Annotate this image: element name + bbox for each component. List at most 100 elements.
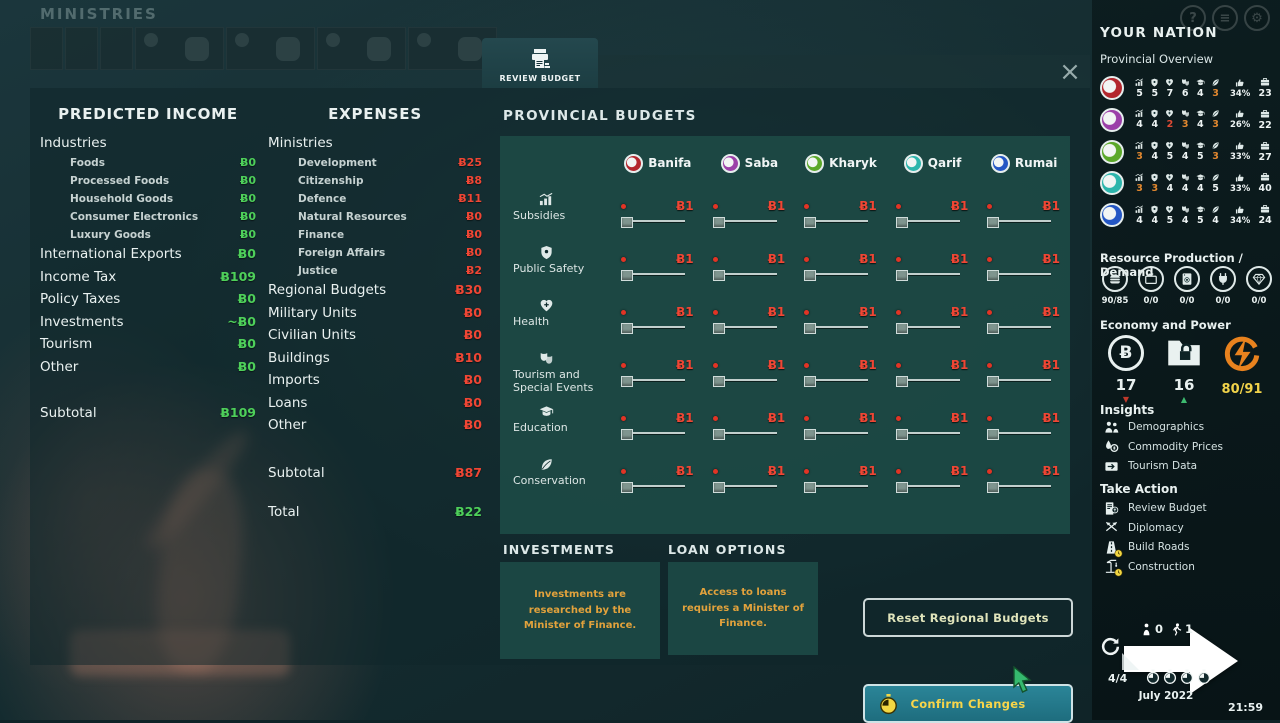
budget-slider[interactable] (621, 323, 685, 334)
icon-wrap (1100, 520, 1122, 535)
budget-slider[interactable] (987, 217, 1051, 228)
budget-slider[interactable] (713, 270, 777, 281)
ministry-tile[interactable] (100, 27, 133, 70)
slider-handle[interactable] (987, 482, 999, 493)
jobs-stat: 40 (1255, 172, 1275, 194)
public-safety-shield-icon (539, 245, 554, 260)
slider-handle[interactable] (713, 323, 725, 334)
confirm-changes-button[interactable]: Confirm Changes (863, 684, 1073, 723)
budget-slider[interactable] (713, 429, 777, 440)
conservation-leaf-icon (1211, 78, 1220, 87)
budget-slider[interactable] (896, 429, 960, 440)
ministry-tile[interactable] (30, 27, 63, 70)
ministry-tile[interactable] (135, 27, 224, 70)
slider-handle[interactable] (804, 323, 816, 334)
budget-slider[interactable] (804, 429, 868, 440)
slider-handle[interactable] (987, 376, 999, 387)
insight-commodity-prices[interactable]: Commodity Prices (1100, 438, 1223, 456)
budget-slider[interactable] (804, 270, 868, 281)
budget-slider[interactable] (713, 482, 777, 493)
slider-handle[interactable] (987, 323, 999, 334)
overview-row-kharyk[interactable]: 34545333%27 (1100, 136, 1278, 168)
ministry-tile[interactable] (65, 27, 98, 70)
close-icon[interactable]: × (1056, 58, 1084, 86)
action-construction[interactable]: Construction (1100, 558, 1195, 576)
budget-slider[interactable] (621, 482, 685, 493)
budget-slider[interactable] (621, 217, 685, 228)
expenses-subtotal-label: Subtotal (268, 465, 325, 481)
slider-handle[interactable] (804, 376, 816, 387)
slider-handle[interactable] (804, 217, 816, 228)
budget-slider[interactable] (896, 323, 960, 334)
slider-handle[interactable] (713, 482, 725, 493)
budget-slider[interactable] (713, 376, 777, 387)
budget-slider[interactable] (804, 323, 868, 334)
slider-handle[interactable] (987, 217, 999, 228)
budget-slider[interactable] (713, 323, 777, 334)
electronics-icon (1144, 272, 1158, 286)
slider-handle[interactable] (896, 270, 908, 281)
slider-handle[interactable] (896, 376, 908, 387)
slider-handle[interactable] (896, 429, 908, 440)
slider-handle[interactable] (621, 270, 633, 281)
stat-column: 4 (1132, 205, 1147, 226)
slider-handle[interactable] (896, 323, 908, 334)
overview-row-qarif[interactable]: 33444533%40 (1100, 167, 1278, 199)
action-build-roads[interactable]: Build Roads (1100, 538, 1190, 556)
slider-handle[interactable] (713, 270, 725, 281)
slider-handle[interactable] (621, 429, 633, 440)
slider-handle[interactable] (987, 270, 999, 281)
budget-slider[interactable] (621, 376, 685, 387)
budget-slider[interactable] (987, 429, 1051, 440)
budget-slider[interactable] (896, 482, 960, 493)
health-heart-icon (539, 298, 554, 313)
slider-handle[interactable] (713, 376, 725, 387)
insight-tourism-data[interactable]: Tourism Data (1100, 457, 1197, 475)
budget-slider[interactable] (621, 429, 685, 440)
budget-cell-readout: Ƀ1 (704, 358, 796, 372)
slider-handle[interactable] (804, 270, 816, 281)
overview-row-banifa[interactable]: 55764334%23 (1100, 72, 1278, 104)
slider-handle[interactable] (621, 376, 633, 387)
action-review-budget[interactable]: Review Budget (1100, 499, 1207, 517)
income-subtotal-label: Subtotal (40, 405, 97, 421)
budget-slider[interactable] (987, 376, 1051, 387)
budget-slider[interactable] (713, 217, 777, 228)
slider-handle[interactable] (896, 482, 908, 493)
budget-slider[interactable] (804, 217, 868, 228)
overview-row-saba[interactable]: 44234326%22 (1100, 104, 1278, 136)
budget-slider[interactable] (804, 482, 868, 493)
stopwatch-icon (878, 694, 899, 715)
slider-handle[interactable] (621, 482, 633, 493)
stat-value: 5 (1151, 88, 1158, 99)
budget-slider[interactable] (987, 323, 1051, 334)
stat-value: 4 (1182, 215, 1189, 226)
budget-slider[interactable] (987, 482, 1051, 493)
budget-slider[interactable] (896, 270, 960, 281)
slider-handle[interactable] (804, 429, 816, 440)
budget-slider[interactable] (987, 270, 1051, 281)
overview-row-rumai[interactable]: 44545434%24 (1100, 199, 1278, 231)
slider-handle[interactable] (713, 429, 725, 440)
budget-slider[interactable] (621, 270, 685, 281)
investments-note: Investments are researched by the Minist… (512, 587, 648, 634)
reset-regional-budgets-button[interactable]: Reset Regional Budgets (863, 598, 1073, 637)
ministry-tile[interactable] (317, 27, 406, 70)
ministry-tile[interactable] (226, 27, 315, 70)
slider-handle[interactable] (804, 482, 816, 493)
budget-slider[interactable] (896, 217, 960, 228)
public-safety-shield-icon (1150, 78, 1159, 87)
budget-slider[interactable] (804, 376, 868, 387)
tab-review-budget[interactable]: REVIEW BUDGET (482, 38, 598, 88)
refresh-icon[interactable] (1100, 636, 1121, 657)
alert-dot-icon (804, 416, 809, 421)
stat-column: 5 (1193, 205, 1208, 226)
budget-slider[interactable] (896, 376, 960, 387)
slider-handle[interactable] (621, 323, 633, 334)
slider-handle[interactable] (987, 429, 999, 440)
slider-handle[interactable] (621, 217, 633, 228)
slider-handle[interactable] (713, 217, 725, 228)
insight-demographics[interactable]: Demographics (1100, 418, 1204, 436)
slider-handle[interactable] (896, 217, 908, 228)
action-diplomacy[interactable]: Diplomacy (1100, 519, 1184, 537)
